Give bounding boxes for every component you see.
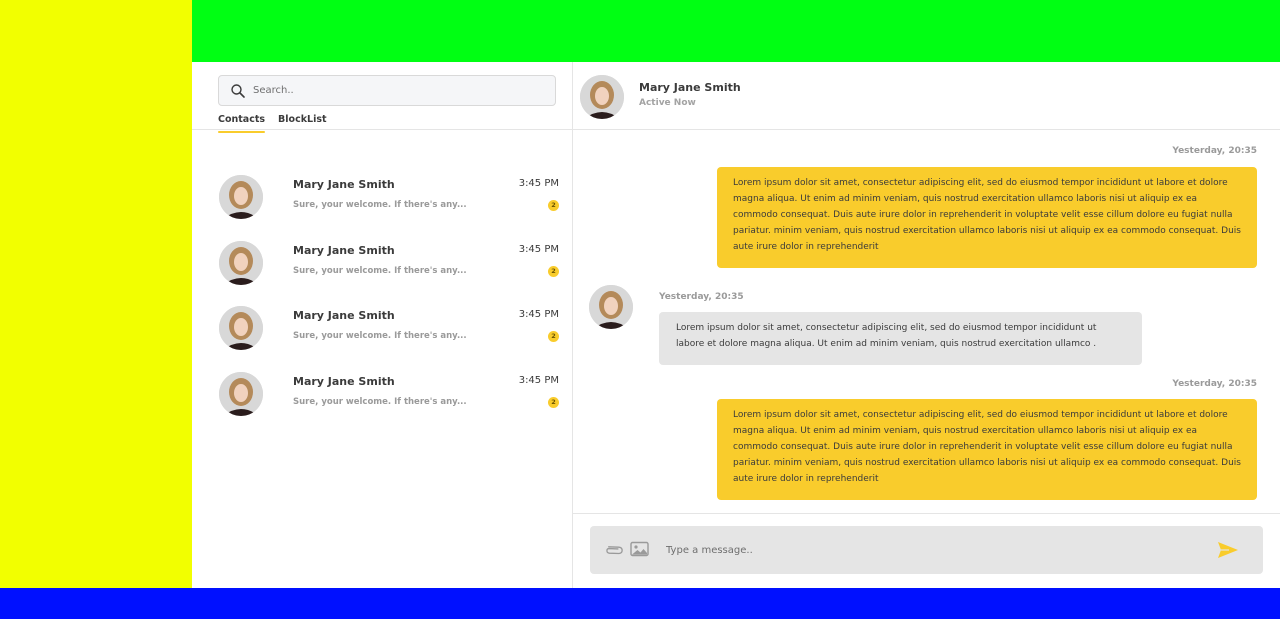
contact-preview: Sure, your welcome. If there's any... — [293, 200, 467, 210]
avatar-photo — [580, 75, 624, 119]
message-list: Yesterday, 20:35 Lorem ipsum dolor sit a… — [573, 130, 1280, 513]
contact-avatar — [219, 175, 263, 219]
avatar-photo — [219, 306, 263, 350]
divider — [192, 129, 573, 130]
tab-blocklist[interactable]: BlockList — [278, 114, 326, 130]
unread-badge: 2 — [548, 200, 559, 211]
unread-badge: 2 — [548, 265, 559, 277]
image-icon[interactable] — [630, 541, 649, 557]
contact-preview: Sure, your welcome. If there's any... — [293, 396, 467, 407]
chat-app: Contacts BlockList Mary Jane Smith Sure,… — [192, 62, 1280, 588]
contact-time: 3:45 PM — [518, 309, 559, 320]
contact-item[interactable]: Mary Jane Smith Sure, your welcome. If t… — [192, 297, 573, 363]
contact-item[interactable]: Mary Jane Smith Sure, your welcome. If t… — [192, 363, 573, 429]
chat-header: Mary Jane Smith Active Now — [573, 62, 1280, 130]
chat-panel: Mary Jane Smith Active Now Yesterday, 20… — [573, 62, 1280, 588]
message-timestamp: Yesterday, 20:35 — [659, 292, 744, 302]
contact-name: Mary Jane Smith — [293, 309, 395, 322]
search-icon — [231, 84, 245, 98]
contact-preview: Sure, your welcome. If there's any... — [293, 331, 467, 341]
outgoing-message: Lorem ipsum dolor sit amet, consectetur … — [717, 399, 1257, 500]
tab-contacts[interactable]: Contacts — [218, 114, 266, 133]
unread-badge: 2 — [548, 331, 559, 342]
contact-name: Mary Jane Smith — [293, 243, 395, 257]
contact-time: 3:45 PM — [518, 374, 559, 386]
green-region — [192, 0, 1280, 62]
sender-avatar — [589, 285, 633, 329]
divider — [573, 513, 1280, 514]
send-icon[interactable] — [1217, 540, 1239, 560]
chat-contact-name: Mary Jane Smith — [639, 81, 741, 94]
yellow-region — [0, 0, 192, 588]
avatar-photo — [589, 285, 633, 329]
message-input[interactable] — [666, 526, 1206, 574]
blue-region — [0, 588, 1280, 619]
outgoing-message: Lorem ipsum dolor sit amet, consectetur … — [717, 167, 1257, 268]
chat-avatar[interactable] — [580, 75, 624, 119]
contact-preview: Sure, your welcome. If there's any... — [293, 265, 467, 276]
paperclip-icon[interactable] — [605, 542, 623, 558]
contacts-panel: Contacts BlockList Mary Jane Smith Sure,… — [192, 62, 573, 588]
unread-badge: 2 — [548, 396, 559, 408]
message-timestamp: Yesterday, 20:35 — [1172, 379, 1257, 389]
message-composer — [590, 526, 1263, 574]
message-timestamp: Yesterday, 20:35 — [1172, 146, 1257, 156]
contact-time: 3:45 PM — [518, 243, 559, 255]
contact-name: Mary Jane Smith — [293, 374, 395, 388]
avatar-photo — [219, 175, 263, 219]
avatar-photo — [219, 371, 263, 416]
contact-list: Mary Jane Smith Sure, your welcome. If t… — [192, 166, 573, 428]
contact-avatar — [219, 371, 263, 416]
contact-time: 3:45 PM — [518, 178, 559, 189]
contact-item[interactable]: Mary Jane Smith Sure, your welcome. If t… — [192, 166, 573, 232]
contact-avatar — [219, 306, 263, 350]
avatar-photo — [219, 240, 263, 285]
contact-name: Mary Jane Smith — [293, 178, 395, 191]
contact-tabs: Contacts BlockList — [218, 114, 327, 133]
search-input[interactable] — [253, 76, 543, 105]
chat-contact-status: Active Now — [639, 98, 696, 108]
incoming-message: Lorem ipsum dolor sit amet, consectetur … — [659, 312, 1142, 365]
contact-avatar — [219, 240, 263, 285]
search-box[interactable] — [218, 75, 556, 106]
contact-item[interactable]: Mary Jane Smith Sure, your welcome. If t… — [192, 232, 573, 298]
